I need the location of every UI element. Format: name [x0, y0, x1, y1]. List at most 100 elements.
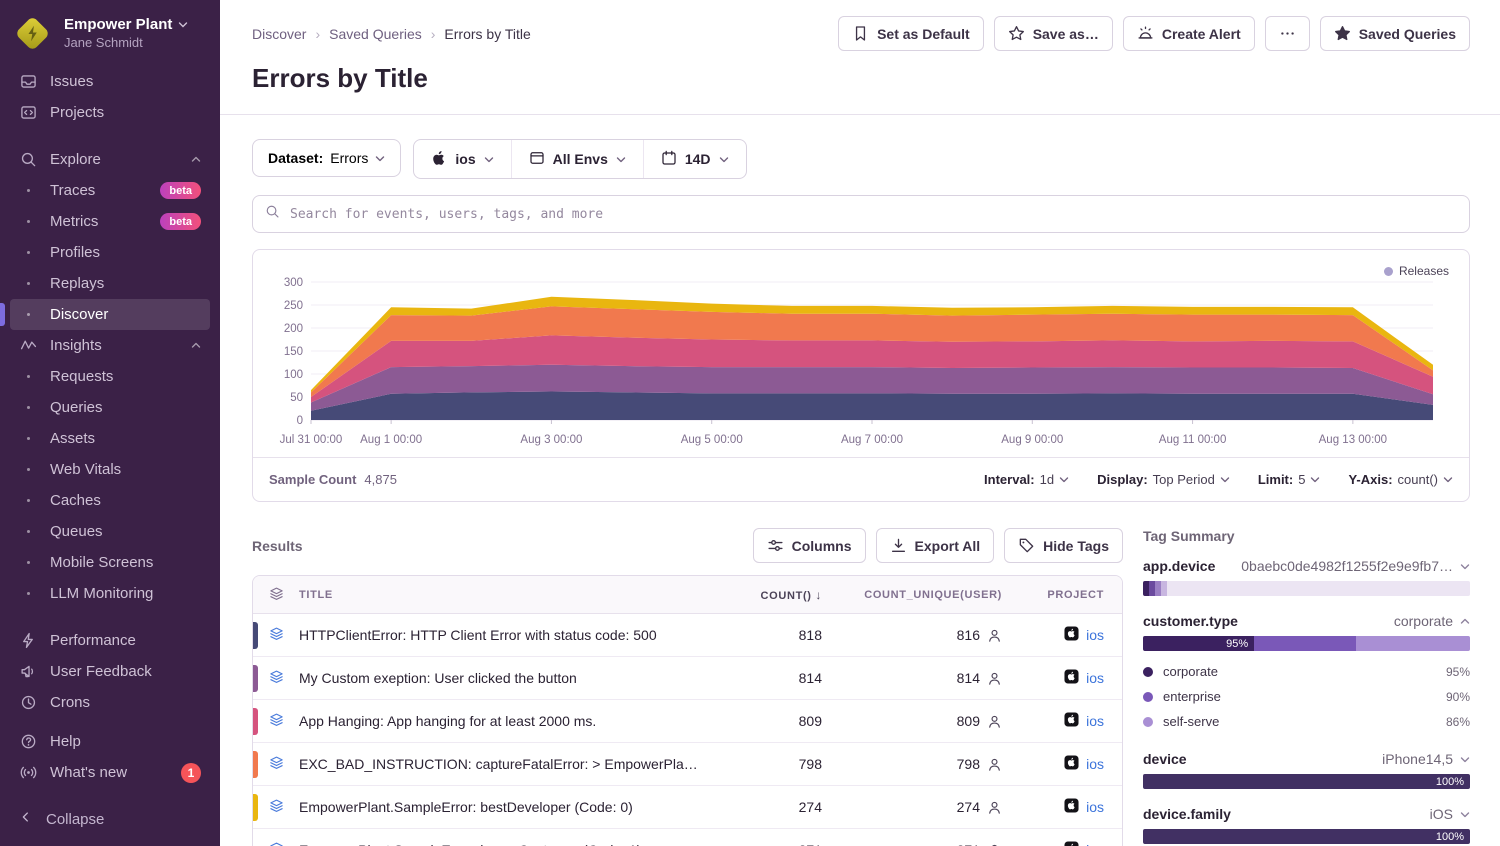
y-axis-control[interactable]: Y-Axis:count(): [1348, 472, 1453, 487]
project-link[interactable]: ios: [1086, 713, 1104, 729]
svg-text:Aug 1 00:00: Aug 1 00:00: [360, 434, 422, 446]
dataset-label: Dataset:: [268, 150, 323, 166]
stack-icon: [269, 755, 284, 773]
sidebar-item-help[interactable]: Help: [10, 726, 210, 757]
sidebar-item-assets[interactable]: Assets: [10, 423, 210, 454]
tag-section-header[interactable]: device.familyiOS: [1143, 806, 1470, 822]
columns-button[interactable]: Columns: [753, 528, 866, 563]
table-row[interactable]: My Custom exeption: User clicked the but…: [253, 657, 1122, 700]
saved-queries-button[interactable]: Saved Queries: [1320, 16, 1470, 51]
chart-canvas[interactable]: Jul 31 00:00Aug 1 00:00Aug 3 00:00Aug 5 …: [265, 260, 1459, 452]
project-link[interactable]: ios: [1086, 842, 1104, 846]
interval-control[interactable]: Interval:1d: [984, 472, 1069, 487]
tag-value-pct: 90%: [1446, 690, 1470, 704]
sidebar-item-profiles[interactable]: Profiles: [10, 237, 210, 268]
button-label: Create Alert: [1162, 26, 1241, 42]
tag-dot-icon: [1143, 667, 1153, 677]
project-link[interactable]: ios: [1086, 670, 1104, 686]
tag-legend-row[interactable]: corporate95%: [1143, 659, 1470, 684]
hide-tags-button[interactable]: Hide Tags: [1004, 528, 1123, 563]
tag-section-header[interactable]: deviceiPhone14,5: [1143, 751, 1470, 767]
tag-icon: [1018, 537, 1035, 554]
sidebar-item-label: Queues: [50, 523, 103, 540]
column-project[interactable]: PROJECT: [1002, 589, 1122, 601]
sidebar-item-issues[interactable]: Issues: [10, 66, 210, 97]
svg-text:50: 50: [290, 392, 303, 404]
save-as-button[interactable]: Save as…: [994, 16, 1113, 51]
stack-icon: [269, 626, 284, 644]
project-link[interactable]: ios: [1086, 799, 1104, 815]
project-filter-value: ios: [455, 151, 475, 167]
project-link[interactable]: ios: [1086, 627, 1104, 643]
sidebar-item-requests[interactable]: Requests: [10, 361, 210, 392]
sidebar-item-crons[interactable]: Crons: [10, 687, 210, 718]
sidebar-item-user-feedback[interactable]: User Feedback: [10, 656, 210, 687]
sidebar-item-performance[interactable]: Performance: [10, 625, 210, 656]
sidebar-item-queries[interactable]: Queries: [10, 392, 210, 423]
display-control[interactable]: Display:Top Period: [1097, 472, 1230, 487]
tag-key: device.family: [1143, 806, 1231, 822]
sidebar: Empower Plant Jane Schmidt IssuesProject…: [0, 0, 220, 846]
environment-filter-value: All Envs: [553, 151, 608, 167]
project-link[interactable]: ios: [1086, 756, 1104, 772]
tag-legend-row[interactable]: enterprise 90%: [1143, 684, 1470, 709]
breadcrumb-discover[interactable]: Discover: [252, 26, 306, 42]
tag-dot-icon: [1143, 717, 1153, 727]
sidebar-collapse-button[interactable]: Collapse: [0, 796, 220, 846]
org-header: Empower Plant Jane Schmidt: [0, 0, 220, 62]
sidebar-item-metrics[interactable]: Metricsbeta: [10, 206, 210, 237]
results-title: Results: [252, 538, 303, 554]
column-title[interactable]: TITLE: [299, 589, 717, 601]
sidebar-item-queues[interactable]: Queues: [10, 516, 210, 547]
table-row[interactable]: App Hanging: App hanging for at least 20…: [253, 700, 1122, 743]
sidebar-item-replays[interactable]: Replays: [10, 268, 210, 299]
sidebar-item-projects[interactable]: Projects: [10, 97, 210, 128]
org-switcher[interactable]: Empower Plant: [64, 16, 188, 33]
environment-filter[interactable]: All Envs: [511, 140, 643, 178]
apple-box-icon: [1064, 626, 1079, 644]
sidebar-item-mobile-screens[interactable]: Mobile Screens: [10, 547, 210, 578]
sidebar-item-what-s-new[interactable]: What's new1: [10, 757, 210, 788]
table-row[interactable]: HTTPClientError: HTTP Client Error with …: [253, 614, 1122, 657]
stacked-area-chart[interactable]: Releases Jul 31 00:00Aug 1 00:00Aug 3 00…: [253, 250, 1469, 457]
count-unique-value: 809: [957, 713, 980, 729]
create-alert-button[interactable]: Create Alert: [1123, 16, 1255, 51]
column-count-unique-user[interactable]: COUNT_UNIQUE(USER): [822, 589, 1002, 601]
main-area: Discover›Saved Queries›Errors by Title S…: [220, 0, 1500, 846]
tag-section-device: deviceiPhone14,5100%: [1143, 751, 1470, 789]
sidebar-item-discover[interactable]: Discover: [10, 299, 210, 330]
sidebar-item-insights[interactable]: Insights: [10, 330, 210, 361]
chevron-down-icon: [616, 156, 626, 163]
set-as-default-button[interactable]: Set as Default: [838, 16, 984, 51]
sidebar-item-caches[interactable]: Caches: [10, 485, 210, 516]
tag-section-header[interactable]: customer.typecorporate: [1143, 613, 1470, 629]
breadcrumb-saved-queries[interactable]: Saved Queries: [329, 26, 422, 42]
search-input[interactable]: [290, 207, 1457, 222]
dataset-filter[interactable]: Dataset: Errors: [252, 139, 401, 177]
tag-section-header[interactable]: app.device0baebc0de4982f1255f2e9e9fb7…: [1143, 558, 1470, 574]
date-filter[interactable]: 14D: [643, 140, 746, 178]
tag-legend-row[interactable]: self-serve86%: [1143, 709, 1470, 734]
user-icon: [987, 757, 1002, 772]
more-options-button[interactable]: [1265, 16, 1310, 51]
table-row[interactable]: EXC_BAD_INSTRUCTION: captureFatalError: …: [253, 743, 1122, 786]
tag-value-label: enterprise: [1163, 689, 1221, 704]
bullet-icon: [19, 468, 37, 471]
table-row[interactable]: EmpowerPlant.SampleError: bestDeveloper …: [253, 786, 1122, 829]
chart-legend-releases[interactable]: Releases: [1384, 264, 1449, 278]
tag-section-device-family: device.familyiOS100%: [1143, 806, 1470, 844]
sidebar-item-web-vitals[interactable]: Web Vitals: [10, 454, 210, 485]
tag-section-app-device: app.device0baebc0de4982f1255f2e9e9fb7…: [1143, 558, 1470, 596]
export-all-button[interactable]: Export All: [876, 528, 995, 563]
error-title: HTTPClientError: HTTP Client Error with …: [299, 627, 717, 643]
sidebar-item-traces[interactable]: Tracesbeta: [10, 175, 210, 206]
limit-control[interactable]: Limit:5: [1258, 472, 1321, 487]
org-logo-icon[interactable]: [15, 16, 50, 51]
sidebar-item-llm-monitoring[interactable]: LLM Monitoring: [10, 578, 210, 609]
series-swatch: [253, 665, 258, 692]
sidebar-item-explore[interactable]: Explore: [10, 144, 210, 175]
table-row[interactable]: EmpowerPlant.SampleError: happyCustomer …: [253, 829, 1122, 846]
control-label: Limit:: [1258, 472, 1293, 487]
project-filter[interactable]: ios: [414, 140, 510, 178]
column-count-sorted[interactable]: COUNT() ↓: [717, 588, 822, 602]
